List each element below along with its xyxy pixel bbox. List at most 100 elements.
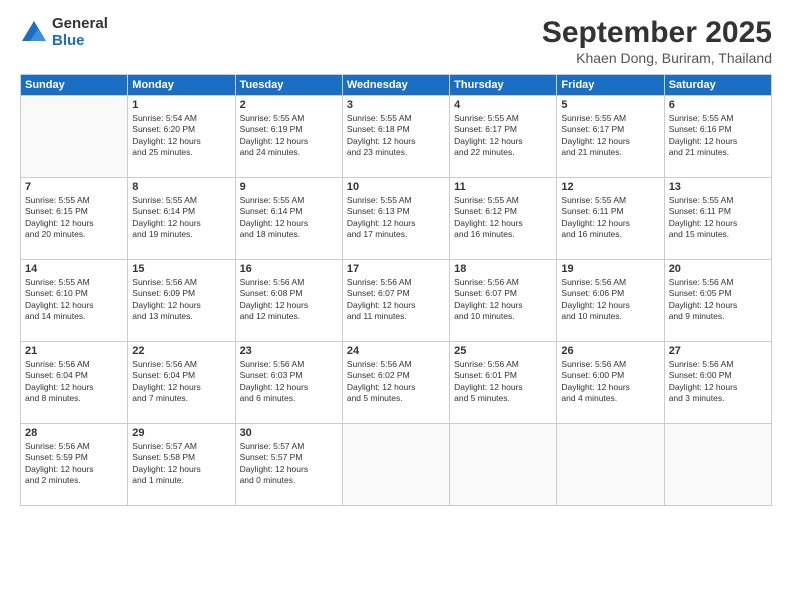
day-number: 20 bbox=[669, 263, 767, 275]
day-info: Sunrise: 5:55 AM Sunset: 6:14 PM Dayligh… bbox=[240, 195, 338, 241]
day-number: 15 bbox=[132, 263, 230, 275]
day-number: 3 bbox=[347, 99, 445, 111]
day-number: 21 bbox=[25, 345, 123, 357]
calendar-week-row: 1 Sunrise: 5:54 AM Sunset: 6:20 PM Daylig… bbox=[21, 96, 772, 178]
day-number: 30 bbox=[240, 427, 338, 439]
calendar-cell: 14 Sunrise: 5:55 AM Sunset: 6:10 PM Dayli… bbox=[21, 260, 128, 342]
calendar-day-header: Wednesday bbox=[342, 75, 449, 96]
day-info: Sunrise: 5:54 AM Sunset: 6:20 PM Dayligh… bbox=[132, 113, 230, 159]
calendar-cell: 11Sunrise: 5:55 AM Sunset: 6:12 PM Dayli… bbox=[450, 178, 557, 260]
day-number: 23 bbox=[240, 345, 338, 357]
calendar-cell bbox=[557, 424, 664, 506]
calendar-cell: 12 Sunrise: 5:55 AM Sunset: 6:11 PM Dayli… bbox=[557, 178, 664, 260]
day-info: Sunrise: 5:55 AM Sunset: 6:19 PM Dayligh… bbox=[240, 113, 338, 159]
day-number: 17 bbox=[347, 263, 445, 275]
title-block: September 2025 Khaen Dong, Buriram, Thai… bbox=[542, 16, 772, 66]
logo-general-text: General bbox=[52, 16, 108, 33]
day-info: Sunrise: 5:56 AM Sunset: 6:02 PM Dayligh… bbox=[347, 359, 445, 405]
calendar-week-row: 14 Sunrise: 5:55 AM Sunset: 6:10 PM Dayli… bbox=[21, 260, 772, 342]
month-title: September 2025 bbox=[542, 16, 772, 50]
day-info: Sunrise: 5:55 AM Sunset: 6:13 PM Dayligh… bbox=[347, 195, 445, 241]
day-info: Sunrise: 5:55 AM Sunset: 6:17 PM Dayligh… bbox=[561, 113, 659, 159]
calendar-cell: 26 Sunrise: 5:56 AM Sunset: 6:00 PM Dayli… bbox=[557, 342, 664, 424]
day-number: 27 bbox=[669, 345, 767, 357]
calendar-cell: 3 Sunrise: 5:55 AM Sunset: 6:18 PM Daylig… bbox=[342, 96, 449, 178]
day-info: Sunrise: 5:55 AM Sunset: 6:11 PM Dayligh… bbox=[561, 195, 659, 241]
day-number: 11 bbox=[454, 181, 552, 193]
day-info: Sunrise: 5:55 AM Sunset: 6:18 PM Dayligh… bbox=[347, 113, 445, 159]
calendar-cell bbox=[342, 424, 449, 506]
calendar-cell: 21Sunrise: 5:56 AM Sunset: 6:04 PM Dayli… bbox=[21, 342, 128, 424]
day-number: 18 bbox=[454, 263, 552, 275]
day-number: 1 bbox=[132, 99, 230, 111]
calendar-header-row: SundayMondayTuesdayWednesdayThursdayFrid… bbox=[21, 75, 772, 96]
day-number: 6 bbox=[669, 99, 767, 111]
day-info: Sunrise: 5:55 AM Sunset: 6:14 PM Dayligh… bbox=[132, 195, 230, 241]
calendar-week-row: 21Sunrise: 5:56 AM Sunset: 6:04 PM Dayli… bbox=[21, 342, 772, 424]
day-number: 2 bbox=[240, 99, 338, 111]
calendar-cell: 18 Sunrise: 5:56 AM Sunset: 6:07 PM Dayli… bbox=[450, 260, 557, 342]
day-number: 29 bbox=[132, 427, 230, 439]
calendar-cell: 8 Sunrise: 5:55 AM Sunset: 6:14 PM Daylig… bbox=[128, 178, 235, 260]
day-number: 19 bbox=[561, 263, 659, 275]
day-info: Sunrise: 5:56 AM Sunset: 6:09 PM Dayligh… bbox=[132, 277, 230, 323]
calendar-day-header: Sunday bbox=[21, 75, 128, 96]
calendar-cell: 25 Sunrise: 5:56 AM Sunset: 6:01 PM Dayli… bbox=[450, 342, 557, 424]
day-number: 5 bbox=[561, 99, 659, 111]
logo-text: General Blue bbox=[52, 16, 108, 49]
day-info: Sunrise: 5:56 AM Sunset: 6:00 PM Dayligh… bbox=[669, 359, 767, 405]
day-number: 9 bbox=[240, 181, 338, 193]
calendar-cell: 20Sunrise: 5:56 AM Sunset: 6:05 PM Dayli… bbox=[664, 260, 771, 342]
logo-blue-text: Blue bbox=[52, 33, 108, 50]
day-info: Sunrise: 5:55 AM Sunset: 6:10 PM Dayligh… bbox=[25, 277, 123, 323]
day-number: 28 bbox=[25, 427, 123, 439]
calendar-day-header: Friday bbox=[557, 75, 664, 96]
calendar-cell: 30 Sunrise: 5:57 AM Sunset: 5:57 PM Dayli… bbox=[235, 424, 342, 506]
calendar-cell: 2 Sunrise: 5:55 AM Sunset: 6:19 PM Daylig… bbox=[235, 96, 342, 178]
day-info: Sunrise: 5:56 AM Sunset: 6:07 PM Dayligh… bbox=[454, 277, 552, 323]
calendar-cell bbox=[450, 424, 557, 506]
calendar-cell bbox=[21, 96, 128, 178]
calendar-cell: 27 Sunrise: 5:56 AM Sunset: 6:00 PM Dayli… bbox=[664, 342, 771, 424]
calendar-cell: 6Sunrise: 5:55 AM Sunset: 6:16 PM Daylig… bbox=[664, 96, 771, 178]
day-info: Sunrise: 5:56 AM Sunset: 5:59 PM Dayligh… bbox=[25, 441, 123, 487]
day-number: 22 bbox=[132, 345, 230, 357]
calendar-cell: 17 Sunrise: 5:56 AM Sunset: 6:07 PM Dayli… bbox=[342, 260, 449, 342]
calendar-day-header: Monday bbox=[128, 75, 235, 96]
calendar-body: 1 Sunrise: 5:54 AM Sunset: 6:20 PM Daylig… bbox=[21, 96, 772, 506]
calendar-cell: 1 Sunrise: 5:54 AM Sunset: 6:20 PM Daylig… bbox=[128, 96, 235, 178]
day-number: 12 bbox=[561, 181, 659, 193]
calendar-table: SundayMondayTuesdayWednesdayThursdayFrid… bbox=[20, 74, 772, 506]
calendar-cell: 16Sunrise: 5:56 AM Sunset: 6:08 PM Dayli… bbox=[235, 260, 342, 342]
day-number: 25 bbox=[454, 345, 552, 357]
day-info: Sunrise: 5:56 AM Sunset: 6:06 PM Dayligh… bbox=[561, 277, 659, 323]
calendar-cell: 19 Sunrise: 5:56 AM Sunset: 6:06 PM Dayli… bbox=[557, 260, 664, 342]
page: General Blue September 2025 Khaen Dong, … bbox=[0, 0, 792, 612]
day-number: 7 bbox=[25, 181, 123, 193]
header: General Blue September 2025 Khaen Dong, … bbox=[20, 16, 772, 66]
day-number: 8 bbox=[132, 181, 230, 193]
calendar-day-header: Tuesday bbox=[235, 75, 342, 96]
day-number: 13 bbox=[669, 181, 767, 193]
location: Khaen Dong, Buriram, Thailand bbox=[542, 50, 772, 66]
calendar-week-row: 7 Sunrise: 5:55 AM Sunset: 6:15 PM Daylig… bbox=[21, 178, 772, 260]
calendar-cell: 13Sunrise: 5:55 AM Sunset: 6:11 PM Dayli… bbox=[664, 178, 771, 260]
day-info: Sunrise: 5:57 AM Sunset: 5:57 PM Dayligh… bbox=[240, 441, 338, 487]
day-info: Sunrise: 5:56 AM Sunset: 6:01 PM Dayligh… bbox=[454, 359, 552, 405]
calendar-cell: 15 Sunrise: 5:56 AM Sunset: 6:09 PM Dayli… bbox=[128, 260, 235, 342]
day-number: 26 bbox=[561, 345, 659, 357]
calendar-cell: 24Sunrise: 5:56 AM Sunset: 6:02 PM Dayli… bbox=[342, 342, 449, 424]
calendar-cell: 7 Sunrise: 5:55 AM Sunset: 6:15 PM Daylig… bbox=[21, 178, 128, 260]
day-info: Sunrise: 5:56 AM Sunset: 6:07 PM Dayligh… bbox=[347, 277, 445, 323]
calendar-cell: 23Sunrise: 5:56 AM Sunset: 6:03 PM Dayli… bbox=[235, 342, 342, 424]
calendar-cell: 9 Sunrise: 5:55 AM Sunset: 6:14 PM Daylig… bbox=[235, 178, 342, 260]
day-info: Sunrise: 5:55 AM Sunset: 6:15 PM Dayligh… bbox=[25, 195, 123, 241]
calendar-week-row: 28 Sunrise: 5:56 AM Sunset: 5:59 PM Dayli… bbox=[21, 424, 772, 506]
calendar-day-header: Thursday bbox=[450, 75, 557, 96]
day-number: 16 bbox=[240, 263, 338, 275]
day-info: Sunrise: 5:56 AM Sunset: 6:00 PM Dayligh… bbox=[561, 359, 659, 405]
calendar-cell: 29Sunrise: 5:57 AM Sunset: 5:58 PM Dayli… bbox=[128, 424, 235, 506]
calendar-cell: 22Sunrise: 5:56 AM Sunset: 6:04 PM Dayli… bbox=[128, 342, 235, 424]
calendar-cell: 5 Sunrise: 5:55 AM Sunset: 6:17 PM Daylig… bbox=[557, 96, 664, 178]
day-number: 14 bbox=[25, 263, 123, 275]
